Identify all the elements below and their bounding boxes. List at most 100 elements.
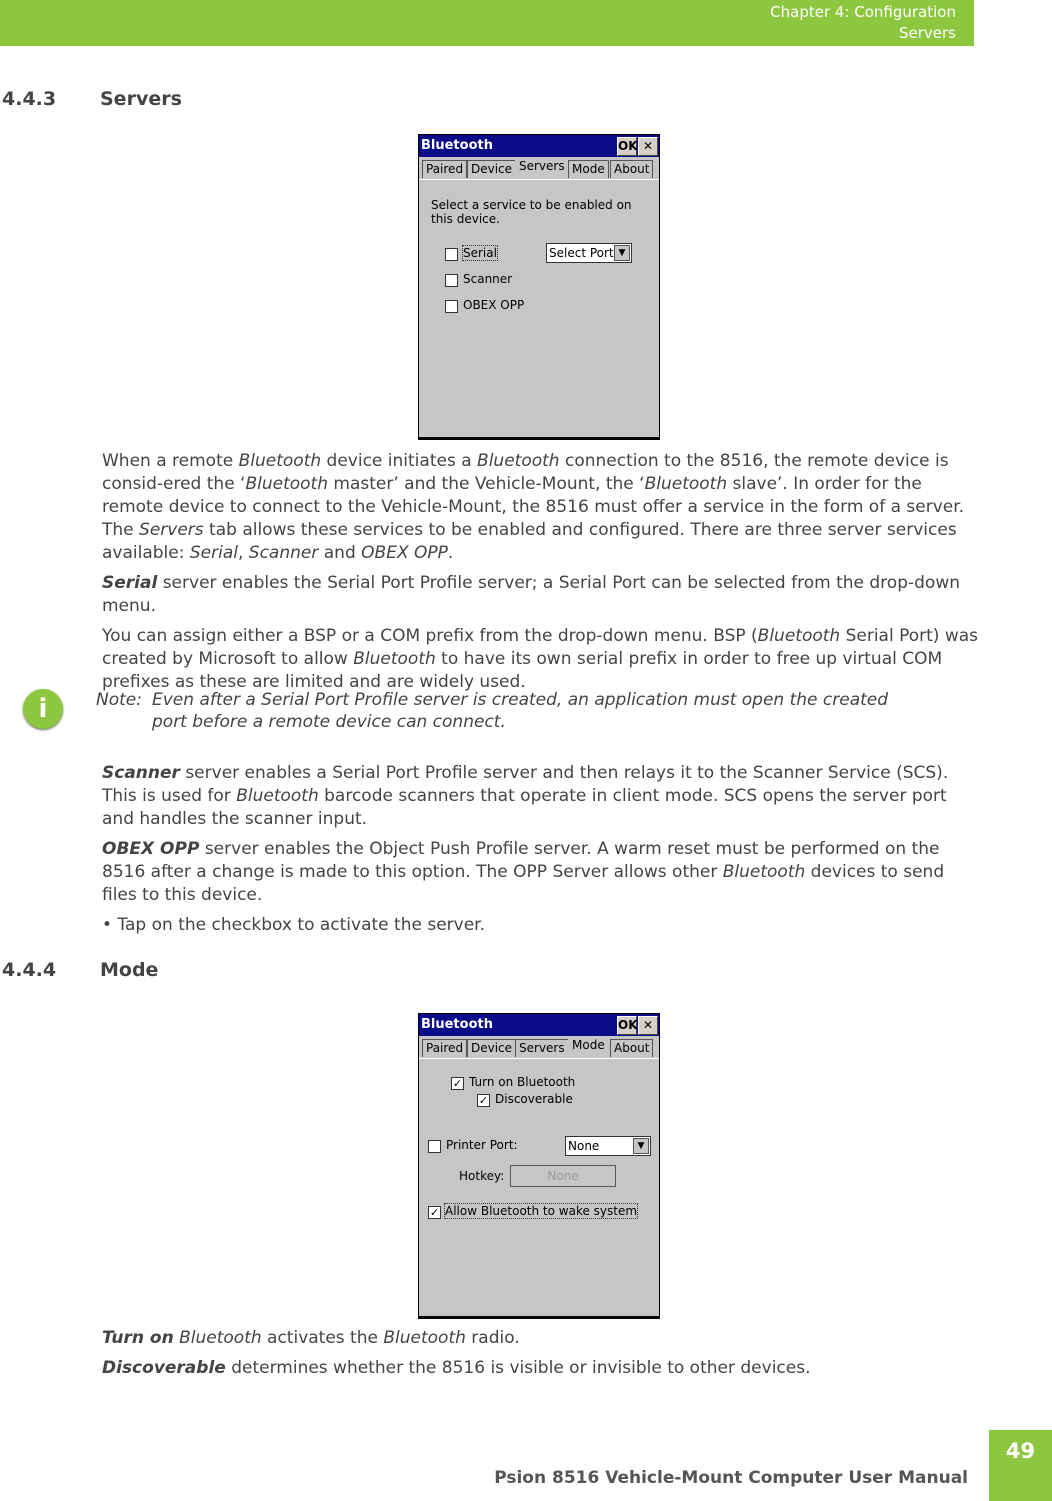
serial-label: Serial <box>462 245 498 261</box>
serial-checkbox[interactable] <box>445 248 458 261</box>
title-bar: Bluetooth OK ✕ <box>419 1014 659 1036</box>
close-button[interactable]: ✕ <box>638 137 658 156</box>
obex-opp-label: OBEX OPP <box>463 298 525 312</box>
paragraph: Serial server enables the Serial Port Pr… <box>102 572 982 618</box>
text-run: Scanner <box>102 763 180 783</box>
bluetooth-mode-screenshot: Bluetooth OK ✕ Paired Device Servers Mod… <box>418 1013 660 1319</box>
text-run: Bluetooth <box>477 451 560 471</box>
text-run: . <box>447 543 454 563</box>
text-run: Bluetooth <box>245 474 328 494</box>
note-text: Even after a Serial Port Profile server … <box>152 690 889 732</box>
section-heading: Mode <box>100 959 159 981</box>
scanner-checkbox[interactable] <box>445 274 458 287</box>
window-title: Bluetooth <box>421 138 493 153</box>
turn-on-bluetooth-label: Turn on Bluetooth <box>469 1075 576 1089</box>
tab-bar: Paired Device Servers Mode About <box>419 157 659 180</box>
text-run: Bluetooth <box>238 451 322 471</box>
text-run: activates the <box>261 1328 384 1348</box>
paragraph: When a remote Bluetooth device initiates… <box>102 450 982 565</box>
port-select-value: Select Port <box>549 246 614 260</box>
servers-description-2: Scanner server enables a Serial Port Pro… <box>102 762 982 944</box>
discoverable-label: Discoverable <box>495 1092 573 1106</box>
text-run: Turn on <box>102 1328 174 1348</box>
note: Note: Even after a Serial Port Profile se… <box>96 689 902 733</box>
tab-servers[interactable]: Servers <box>515 1039 569 1057</box>
instruction-text: Select a service to be enabled on this d… <box>431 198 632 226</box>
obex-opp-checkbox[interactable] <box>445 300 458 313</box>
text-run: Bluetooth <box>722 862 806 882</box>
tab-bar: Paired Device Servers Mode About <box>419 1036 659 1059</box>
footer-title: Psion 8516 Vehicle-Mount Computer User M… <box>494 1468 968 1488</box>
tab-device[interactable]: Device <box>467 160 517 178</box>
text-run: OBEX OPP <box>361 543 448 563</box>
text-run: • Tap on the checkbox to activate the se… <box>102 915 485 935</box>
text-run: Serial <box>189 543 238 563</box>
tab-paired[interactable]: Paired <box>422 1039 468 1057</box>
text-run: Scanner <box>248 543 319 563</box>
wake-system-checkbox[interactable]: ✓ <box>428 1206 441 1219</box>
chapter-header: Chapter 4: Configuration Servers <box>0 0 974 46</box>
printer-port-value: None <box>568 1139 600 1153</box>
tab-about[interactable]: About <box>610 160 654 178</box>
tab-mode[interactable]: Mode <box>568 160 609 178</box>
text-run: You can assign either a BSP or a COM pre… <box>102 626 758 646</box>
hotkey-button[interactable]: None <box>510 1165 616 1187</box>
text-run: Servers <box>139 520 204 540</box>
dropdown-arrow-icon: ▼ <box>633 1138 649 1154</box>
printer-port-checkbox[interactable] <box>428 1140 441 1153</box>
tab-paired[interactable]: Paired <box>422 160 468 178</box>
section-number: 4.4.3 <box>2 88 57 110</box>
text-run: Bluetooth <box>644 474 728 494</box>
text-run: Bluetooth <box>236 786 319 806</box>
tab-about[interactable]: About <box>610 1039 654 1057</box>
window-title: Bluetooth <box>421 1017 493 1032</box>
tab-mode[interactable]: Mode <box>568 1036 609 1058</box>
ok-button[interactable]: OK <box>617 1016 638 1035</box>
paragraph: Discoverable determines whether the 8516… <box>102 1357 982 1380</box>
ok-button[interactable]: OK <box>617 137 638 156</box>
hotkey-label: Hotkey: <box>459 1169 505 1183</box>
text-run: When a remote <box>102 451 239 471</box>
heading-servers: 4.4.3 Servers <box>2 88 182 110</box>
turn-on-bluetooth-checkbox[interactable]: ✓ <box>451 1077 464 1090</box>
mode-description: Turn on Bluetooth activates the Bluetoot… <box>102 1327 982 1387</box>
paragraph: OBEX OPP server enables the Object Push … <box>102 838 982 907</box>
paragraph: Turn on Bluetooth activates the Bluetoot… <box>102 1327 982 1350</box>
servers-description: When a remote Bluetooth device initiates… <box>102 450 982 701</box>
text-run: Bluetooth <box>757 626 841 646</box>
text-run: Bluetooth <box>383 1328 466 1348</box>
port-select[interactable]: Select Port ▼ <box>546 243 632 263</box>
text-run: and <box>318 543 362 563</box>
printer-port-select[interactable]: None ▼ <box>565 1136 651 1156</box>
tab-device[interactable]: Device <box>467 1039 517 1057</box>
text-run: Serial <box>102 573 158 593</box>
dropdown-arrow-icon: ▼ <box>614 245 630 261</box>
section-number: 4.4.4 <box>2 959 57 981</box>
wake-system-label: Allow Bluetooth to wake system <box>443 1203 639 1219</box>
paragraph: You can assign either a BSP or a COM pre… <box>102 625 982 694</box>
text-run: OBEX OPP <box>102 839 200 859</box>
paragraph: Scanner server enables a Serial Port Pro… <box>102 762 982 831</box>
text-run: , <box>237 543 249 563</box>
manual-page: Chapter 4: Configuration Servers 4.4.3 Se… <box>0 0 1052 1501</box>
heading-mode: 4.4.4 Mode <box>2 959 158 981</box>
text-run: server enables the Serial Port Profile s… <box>102 573 960 616</box>
text-run: Bluetooth <box>353 649 436 669</box>
title-bar: Bluetooth OK ✕ <box>419 135 659 157</box>
discoverable-checkbox[interactable]: ✓ <box>477 1094 490 1107</box>
info-icon: i <box>23 689 63 729</box>
printer-port-label: Printer Port: <box>446 1138 518 1152</box>
paragraph: • Tap on the checkbox to activate the se… <box>102 914 982 937</box>
text-run: radio. <box>465 1328 520 1348</box>
section-heading: Servers <box>100 88 182 110</box>
note-label: Note: <box>96 690 142 710</box>
text-run: device initiates a <box>321 451 478 471</box>
section-title: Servers <box>898 24 956 42</box>
tab-servers[interactable]: Servers <box>515 157 569 179</box>
bluetooth-servers-screenshot: Bluetooth OK ✕ Paired Device Servers Mod… <box>418 134 660 440</box>
chapter-title: Chapter 4: Configuration <box>770 3 956 21</box>
scanner-label: Scanner <box>463 272 513 286</box>
text-run: Bluetooth <box>179 1328 262 1348</box>
close-button[interactable]: ✕ <box>638 1016 658 1035</box>
text-run: determines whether the 8516 is visible o… <box>225 1358 811 1378</box>
